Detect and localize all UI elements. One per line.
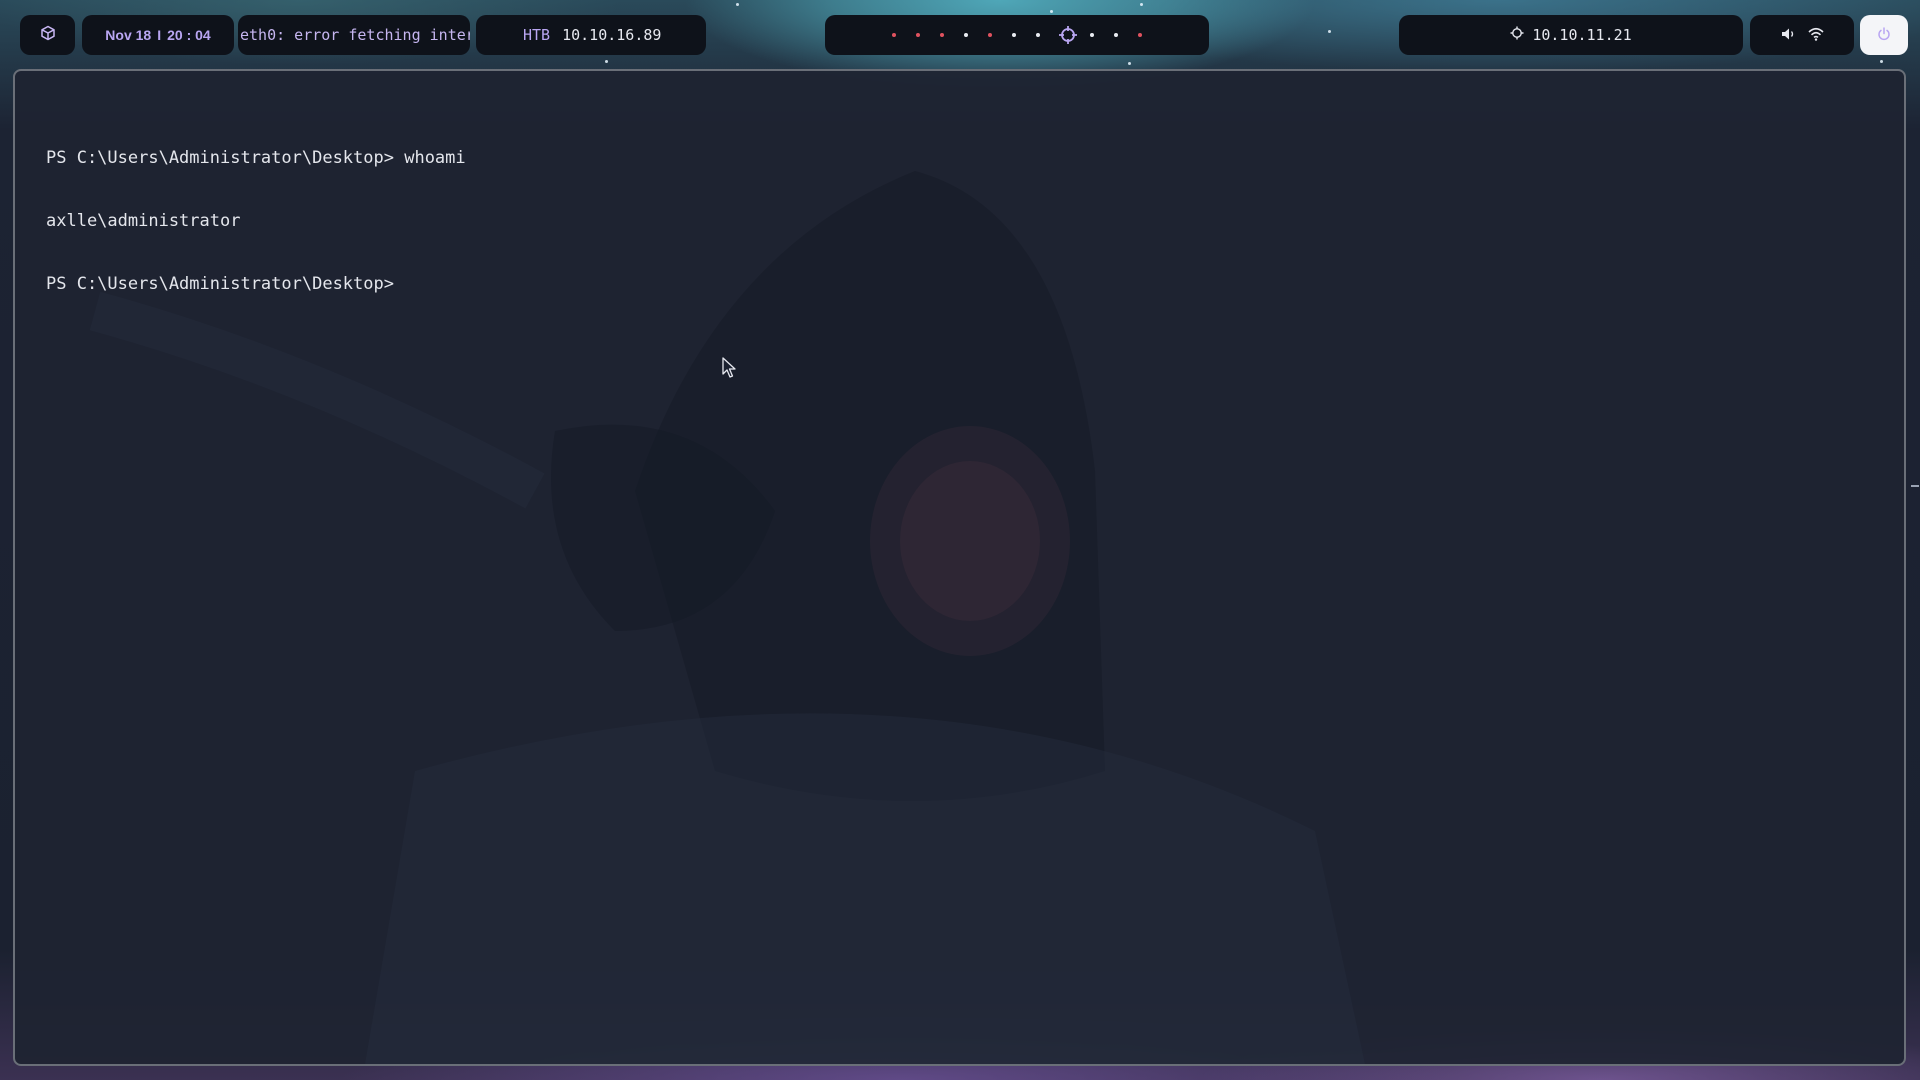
- vpn-widget[interactable]: HTB 10.10.16.89: [476, 15, 706, 55]
- terminal-line: PS C:\Users\Administrator\Desktop> whoam…: [46, 148, 466, 168]
- workspace-dot[interactable]: [1138, 33, 1142, 37]
- workspace-dot[interactable]: [1012, 33, 1016, 37]
- target-ip-text: 10.10.11.21: [1532, 26, 1632, 44]
- crosshair-icon[interactable]: [1058, 25, 1078, 45]
- cube-icon: [40, 25, 56, 45]
- terminal-output: PS C:\Users\Administrator\Desktop> whoam…: [46, 106, 466, 337]
- clock-widget[interactable]: Nov 18 I 20 : 04: [82, 15, 234, 55]
- terminal-window[interactable]: PS C:\Users\Administrator\Desktop> whoam…: [13, 69, 1906, 1066]
- workspace-switcher: [825, 15, 1209, 55]
- clock-time: 20 : 04: [167, 27, 211, 43]
- target-widget[interactable]: 10.10.11.21: [1399, 15, 1743, 55]
- workspace-dot[interactable]: [1090, 33, 1094, 37]
- network-status-text: eth0: error fetching interface informati…: [240, 26, 470, 44]
- system-tray: [1750, 15, 1854, 55]
- workspace-dot[interactable]: [940, 33, 944, 37]
- workspace-dot[interactable]: [1036, 33, 1040, 37]
- workspace-dot[interactable]: [916, 33, 920, 37]
- power-button[interactable]: [1860, 15, 1908, 55]
- screen-edge-marker: [1911, 485, 1919, 487]
- wifi-icon[interactable]: [1807, 26, 1824, 45]
- mouse-pointer-icon: [722, 357, 738, 383]
- workspace-dot[interactable]: [1114, 33, 1118, 37]
- network-status-widget[interactable]: eth0: error fetching interface informati…: [238, 15, 470, 55]
- terminal-prompt[interactable]: PS C:\Users\Administrator\Desktop>: [46, 274, 466, 295]
- launcher-button[interactable]: [20, 15, 75, 55]
- clock-separator: I: [157, 27, 162, 43]
- terminal-line: axlle\administrator: [46, 211, 241, 231]
- power-icon: [1877, 26, 1891, 45]
- vpn-ip: 10.10.16.89: [562, 26, 662, 44]
- clock-date: Nov 18: [105, 27, 152, 43]
- crosshair-icon: [1510, 26, 1532, 44]
- workspace-dot[interactable]: [964, 33, 968, 37]
- workspace-dot[interactable]: [988, 33, 992, 37]
- workspace-dot[interactable]: [892, 33, 896, 37]
- vpn-tag: HTB: [523, 26, 551, 44]
- volume-icon[interactable]: [1781, 26, 1796, 45]
